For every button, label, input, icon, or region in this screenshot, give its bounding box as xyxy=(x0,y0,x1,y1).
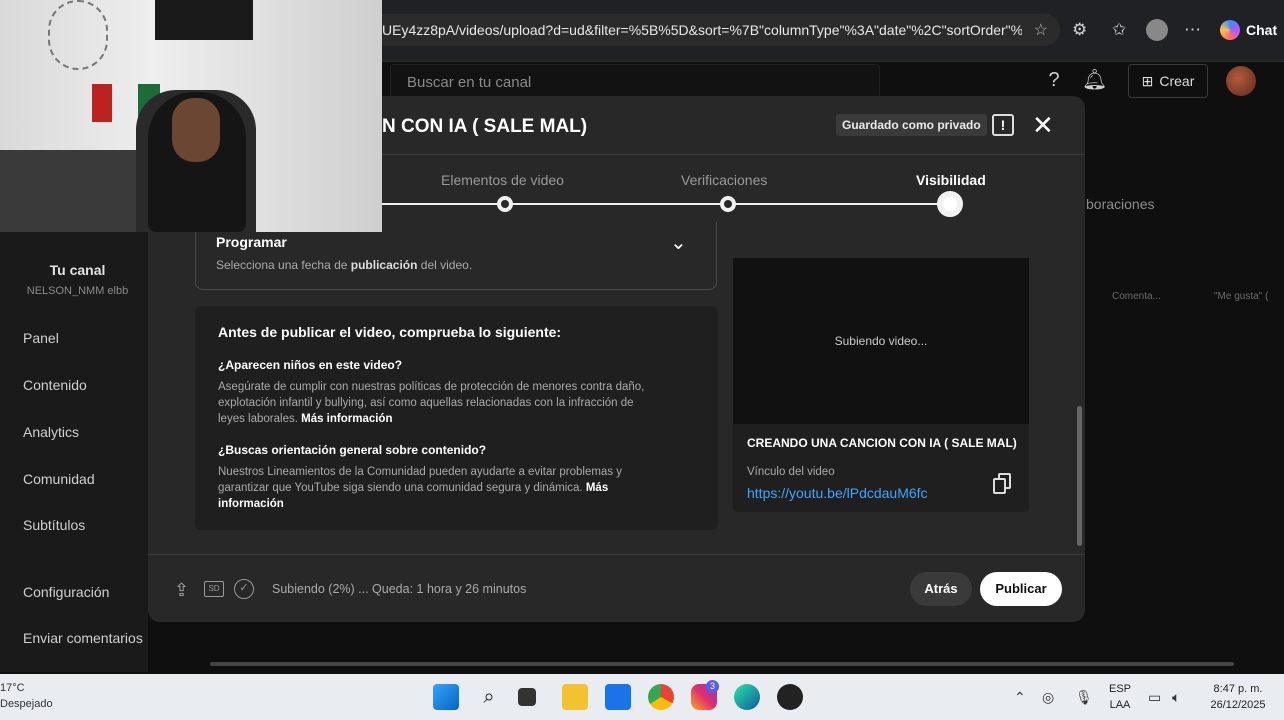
more-menu-icon[interactable]: ⋯ xyxy=(1184,20,1201,40)
display-icon[interactable]: ▭ xyxy=(1148,689,1161,706)
sidebar-item-content[interactable]: Contenido xyxy=(23,377,87,393)
chat-label: Chat xyxy=(1246,22,1278,38)
step-video-elements[interactable]: Elementos de video xyxy=(441,172,564,188)
checklist-question-guidance: ¿Buscas orientación general sobre conten… xyxy=(218,443,487,457)
streamer-face xyxy=(172,98,220,162)
help-icon[interactable]: ? xyxy=(1042,68,1066,92)
channel-handle: NELSON_NMM elbb xyxy=(26,285,129,297)
report-feedback-icon[interactable]: ! xyxy=(992,114,1014,136)
sidebar-item-settings[interactable]: Configuración xyxy=(23,584,109,600)
step-dot-checks[interactable] xyxy=(720,196,736,212)
webcam-overlay xyxy=(0,0,382,232)
studio-header: Buscar en tu canal ? 🔔︎ ⊞ Crear xyxy=(380,62,1284,100)
dialog-title: N CON IA ( SALE MAL) xyxy=(382,116,588,137)
network-icon[interactable]: ◎ xyxy=(1042,689,1054,706)
more-info-link[interactable]: Más información xyxy=(301,413,392,425)
back-button[interactable]: Atrás xyxy=(910,572,972,606)
copilot-icon xyxy=(1220,20,1240,40)
pre-publish-checklist: Antes de publicar el video, comprueba lo… xyxy=(195,306,718,530)
profile-icon[interactable] xyxy=(1146,19,1168,41)
desk xyxy=(0,150,140,232)
checks-done-icon: ✓ xyxy=(234,579,254,599)
sidebar-item-community[interactable]: Comunidad xyxy=(23,471,95,487)
sidebar-item-subtitles[interactable]: Subtítulos xyxy=(23,517,85,533)
schedule-title: Programar xyxy=(216,234,287,250)
sidebar-item-feedback[interactable]: Enviar comentarios xyxy=(23,630,143,646)
copilot-chat-button[interactable]: Chat xyxy=(1212,16,1284,44)
video-link[interactable]: https://youtu.be/lPdcdauM6fc xyxy=(747,485,928,501)
weather-temperature[interactable]: 17°C xyxy=(0,682,25,694)
video-plus-icon: ⊞ xyxy=(1141,72,1154,89)
background-column-likes: "Me gusta" ( xyxy=(1214,291,1269,302)
dialog-scrollbar[interactable] xyxy=(1077,406,1082,546)
schedule-section[interactable]: Programar Selecciona una fecha de public… xyxy=(195,222,717,290)
step-dot-video-elements[interactable] xyxy=(497,196,513,212)
file-explorer-icon[interactable] xyxy=(562,684,588,710)
store-icon[interactable] xyxy=(605,684,631,710)
sd-quality-icon: SD xyxy=(204,581,224,597)
chevron-down-icon[interactable]: ⌄ xyxy=(670,230,687,255)
url-text: UEy4zz8pA/videos/upload?d=ud&filter=%5B%… xyxy=(382,22,1022,38)
clock-date[interactable]: 26/12/2025 xyxy=(1198,699,1278,711)
clock-time[interactable]: 8:47 p. m. xyxy=(1198,683,1278,695)
address-bar[interactable]: UEy4zz8pA/videos/upload?d=ud&filter=%5B%… xyxy=(370,14,1060,46)
checklist-text-guidance: Nuestros Lineamientos de la Comunidad pu… xyxy=(218,466,623,510)
step-dot-visibility[interactable] xyxy=(937,191,963,217)
background-column-comments: Comenta... xyxy=(1112,291,1161,302)
stepper-track xyxy=(382,203,950,205)
uploading-status: Subiendo video... xyxy=(834,334,928,348)
create-button[interactable]: ⊞ Crear xyxy=(1128,64,1208,98)
microphone-icon[interactable]: 🎙︎ xyxy=(1075,689,1093,706)
publish-button[interactable]: Publicar xyxy=(980,572,1062,606)
volume-icon[interactable]: 🔈︎ xyxy=(1172,689,1180,706)
edge-icon[interactable] xyxy=(734,684,760,710)
footer-divider xyxy=(148,554,1085,555)
start-icon[interactable] xyxy=(433,684,459,710)
video-title: CREANDO UNA CANCION CON IA ( SALE MAL) xyxy=(747,436,1017,450)
task-view-icon[interactable] xyxy=(518,688,536,706)
studio-sidebar: Tu canal NELSON_NMM elbb Panel Contenido… xyxy=(0,232,148,672)
notification-badge: 3 xyxy=(706,680,719,693)
search-icon[interactable]: ⌕ xyxy=(476,684,502,710)
account-avatar[interactable] xyxy=(1226,66,1256,96)
wall-frame xyxy=(155,0,253,40)
schedule-subtitle: Selecciona una fecha de publicación del … xyxy=(216,258,473,272)
notifications-bell-icon[interactable]: 🔔︎ xyxy=(1082,68,1107,92)
app-icon[interactable] xyxy=(777,684,803,710)
step-checks[interactable]: Verificaciones xyxy=(681,172,767,188)
background-tab-collaborations[interactable]: boraciones xyxy=(1086,196,1155,212)
language-code[interactable]: ESP xyxy=(1104,683,1136,695)
checklist-title: Antes de publicar el video, comprueba lo… xyxy=(218,324,562,340)
create-label: Crear xyxy=(1159,73,1195,89)
step-visibility[interactable]: Visibilidad xyxy=(916,172,986,188)
sidebar-item-analytics[interactable]: Analytics xyxy=(23,424,79,440)
checklist-text-children: Asegúrate de cumplir con nuestras políti… xyxy=(218,381,645,425)
keyboard-layout[interactable]: LAA xyxy=(1104,699,1136,711)
upload-progress-text: Subiendo (2%) ... Queda: 1 hora y 26 min… xyxy=(272,582,527,596)
windows-taskbar: 17°C Despejado ⌕ 3 ⌃ ◎ 🎙︎ ESP LAA ▭ 🔈︎ 8… xyxy=(0,674,1284,720)
video-player-placeholder: Subiendo video... xyxy=(733,258,1029,424)
wall-art xyxy=(48,0,108,70)
weather-description[interactable]: Despejado xyxy=(0,698,53,710)
channel-search-input[interactable]: Buscar en tu canal xyxy=(390,64,880,98)
video-link-label: Vínculo del video xyxy=(747,466,835,478)
sidebar-item-panel[interactable]: Panel xyxy=(23,330,59,346)
channel-name[interactable]: Tu canal xyxy=(0,262,155,278)
extensions-icon[interactable]: ⚙ xyxy=(1072,20,1087,40)
saved-status-badge: Guardado como privado xyxy=(836,114,987,136)
copy-icon[interactable] xyxy=(993,473,1011,495)
favorite-star-icon[interactable]: ☆ xyxy=(1034,20,1048,40)
upload-arrow-icon: ⇪ xyxy=(174,580,190,600)
horizontal-scrollbar[interactable] xyxy=(210,662,1234,666)
chrome-icon[interactable] xyxy=(648,684,674,710)
hanging-shirt xyxy=(92,84,112,122)
favorites-icon[interactable]: ✩ xyxy=(1112,20,1126,40)
close-icon[interactable]: ✕ xyxy=(1032,110,1054,141)
search-placeholder: Buscar en tu canal xyxy=(407,74,532,91)
checklist-question-children: ¿Aparecen niños en este video? xyxy=(218,358,403,372)
show-hidden-icons-icon[interactable]: ⌃ xyxy=(1014,689,1026,706)
video-preview-card: Subiendo video... CREANDO UNA CANCION CO… xyxy=(733,258,1029,512)
